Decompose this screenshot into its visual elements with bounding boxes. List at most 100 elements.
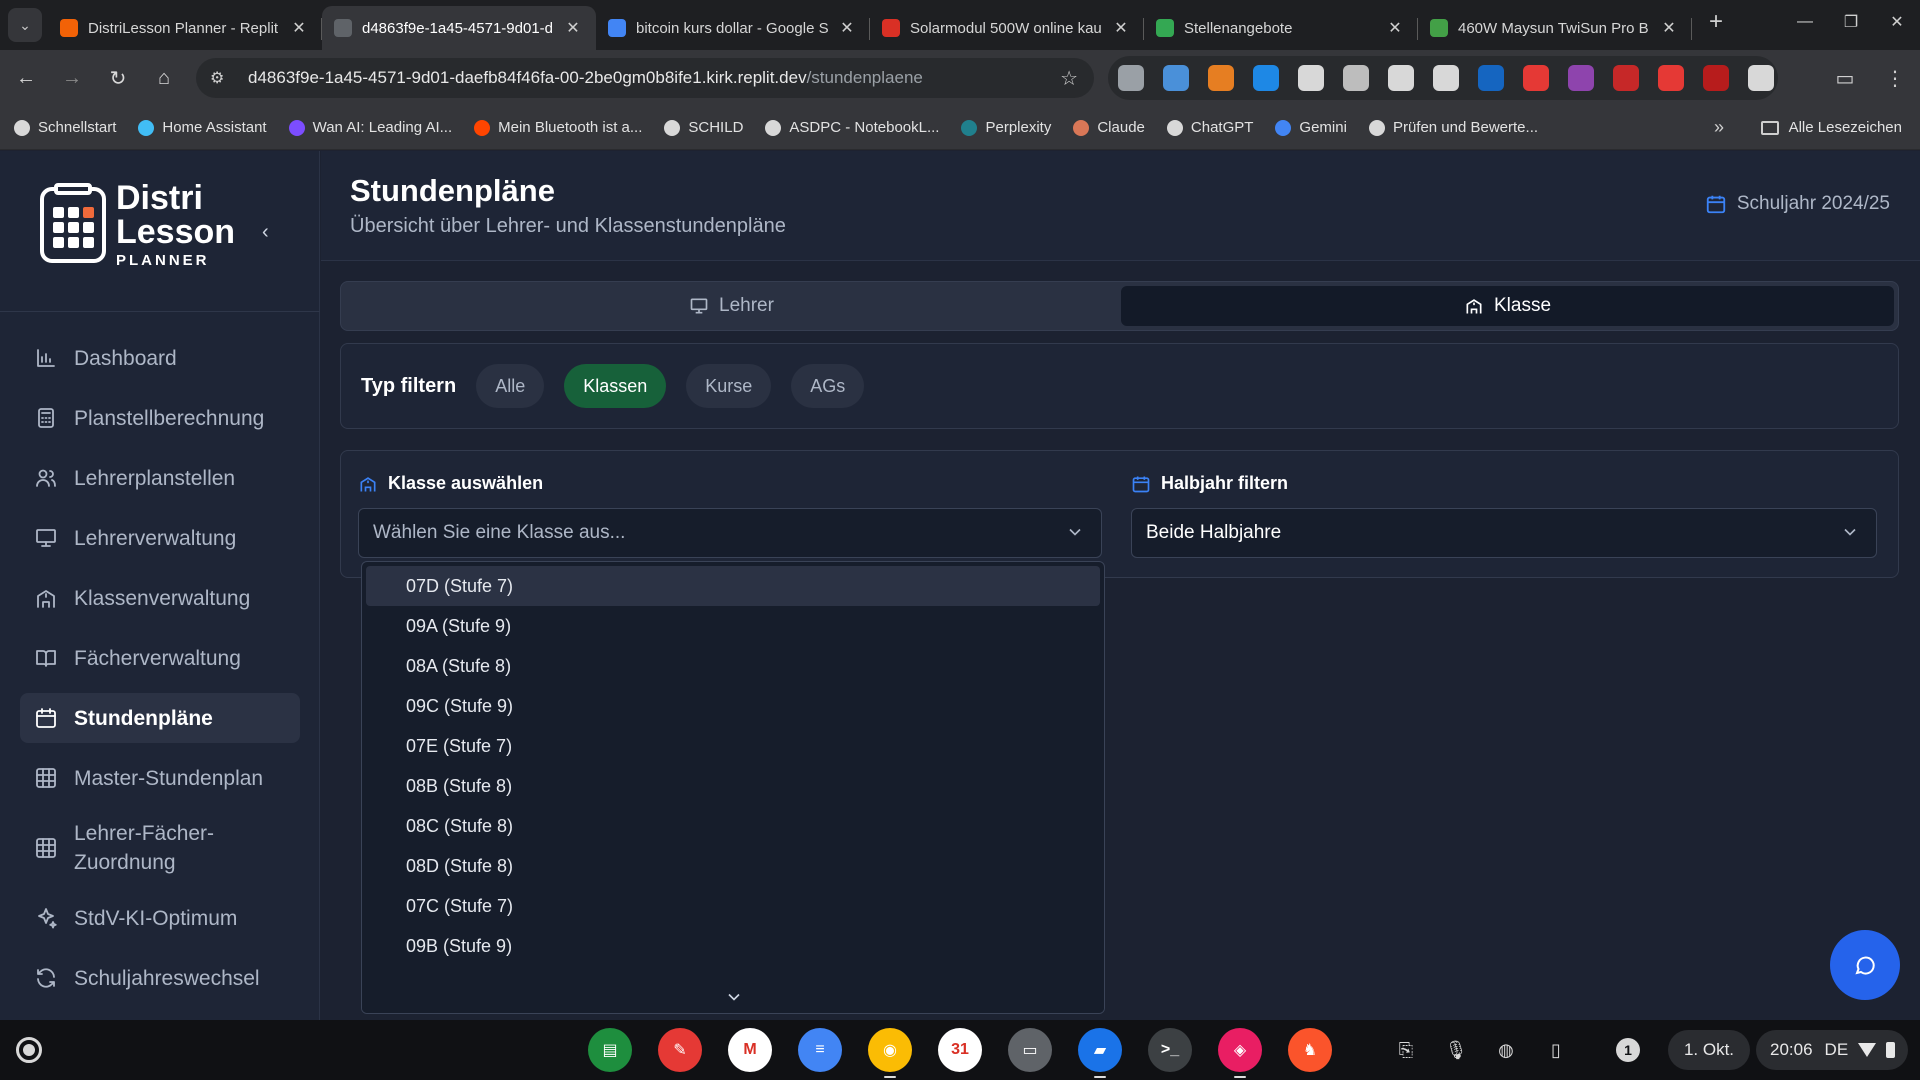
tab-lehrer[interactable]: Lehrer [345,286,1118,326]
browser-tab[interactable]: 460W Maysun TwiSun Pro B ✕ [1418,6,1692,50]
bookmark-item[interactable]: Wan AI: Leading AI... [288,119,452,136]
sidebar-item[interactable]: Lehrer-Fächer- Zuordnung [20,813,300,883]
files-app-icon[interactable]: ▰ [1078,1028,1122,1078]
class-option[interactable]: 09B (Stufe 9) [366,926,1100,966]
tab-close-icon[interactable]: ✕ [288,18,310,38]
new-tab-button[interactable]: + [1698,4,1734,40]
reload-button[interactable]: ↻ [98,58,138,98]
docs-app-icon[interactable]: ≡ [798,1028,842,1072]
tab-close-icon[interactable]: ✕ [836,18,858,38]
vpn-icon[interactable]: ◍ [1486,1030,1526,1070]
restore-icon[interactable]: ❐ [1828,0,1874,44]
class-option[interactable]: 07D (Stufe 7) [366,566,1100,606]
notification-count[interactable]: 1 [1616,1038,1640,1062]
microphone-icon[interactable]: 🎙 [1436,1030,1476,1070]
screen-capture-icon[interactable]: ⎘ [1386,1030,1426,1070]
class-option[interactable]: 08A (Stufe 8) [366,646,1100,686]
filter-chip[interactable]: AGs [791,364,865,408]
back-button[interactable]: ← [6,58,46,98]
bookmark-item[interactable]: ChatGPT [1166,119,1253,136]
sidebar-item[interactable]: Fächerverwaltung [20,633,300,683]
extension-icon[interactable] [1118,65,1144,91]
date-button[interactable]: 1. Okt. [1668,1030,1750,1070]
sidebar-item[interactable]: Dashboard [20,333,300,383]
extension-icon[interactable] [1163,65,1189,91]
bookmark-star-icon[interactable]: ☆ [1060,66,1078,91]
address-bar[interactable]: ⚙ d4863f9e-1a45-4571-9d01-daefb84f46fa-0… [196,58,1094,98]
calendar-app-icon[interactable]: 31 [938,1028,982,1072]
extension-icon[interactable] [1343,65,1369,91]
extension-icon[interactable] [1208,65,1234,91]
bookmarks-overflow-button[interactable]: » [1714,117,1724,138]
bookmark-item[interactable]: Prüfen und Bewerte... [1368,119,1538,136]
extension-icon[interactable] [1388,65,1414,91]
browser-tab[interactable]: Solarmodul 500W online kau ✕ [870,6,1144,50]
status-area[interactable]: 20:06 DE [1756,1030,1908,1070]
extension-icon[interactable] [1568,65,1594,91]
extension-icon[interactable] [1658,65,1684,91]
cast-icon[interactable]: ▭ [1820,66,1870,91]
tab-klasse[interactable]: Klasse [1121,286,1894,326]
extension-icon[interactable] [1748,65,1774,91]
sidebar-item[interactable]: Lehrerplanstellen [20,453,300,503]
browser-tab[interactable]: Stellenangebote ✕ [1144,6,1418,50]
sidebar-item[interactable]: StdV-KI-Optimum [20,893,300,943]
bookmark-item[interactable]: Mein Bluetooth ist a... [474,119,642,136]
filter-chip[interactable]: Alle [476,364,545,408]
chat-button[interactable] [1830,930,1900,1000]
chrome-app-icon[interactable]: ◉ [868,1028,912,1078]
extension-icon[interactable] [1253,65,1279,91]
sidebar-collapse-button[interactable]: ‹ [262,221,269,244]
app-pink-app-icon[interactable]: ◈ [1218,1028,1262,1078]
browser-tab[interactable]: bitcoin kurs dollar - Google S ✕ [596,6,870,50]
bookmark-item[interactable]: ASDPC - NotebookL... [765,119,939,136]
bookmark-item[interactable]: Home Assistant [138,119,267,136]
half-year-select[interactable]: Beide Halbjahre [1131,508,1877,558]
launcher-icon[interactable] [16,1037,42,1063]
browser-tab[interactable]: DistriLesson Planner - Replit ✕ [48,6,322,50]
extension-icon[interactable] [1523,65,1549,91]
sidebar-item[interactable]: Lehrerverwaltung [20,513,300,563]
bookmark-item[interactable]: SCHILD [664,119,743,136]
filter-chip[interactable]: Kurse [686,364,772,408]
class-option[interactable]: 08B (Stufe 8) [366,766,1100,806]
extension-icon[interactable] [1613,65,1639,91]
sidebar-item[interactable]: Stundenpläne [20,693,300,743]
extension-icon[interactable] [1433,65,1459,91]
tab-search-button[interactable]: ⌄ [8,8,42,42]
sidebar-item[interactable]: Schuljahreswechsel [20,953,300,1003]
filter-chip[interactable]: Klassen [564,364,667,408]
sidebar-item[interactable]: Klassenverwaltung [20,573,300,623]
bookmark-item[interactable]: Gemini [1275,119,1347,136]
class-option[interactable]: 07E (Stufe 7) [366,726,1100,766]
bookmark-item[interactable]: Perplexity [961,119,1051,136]
tab-close-icon[interactable]: ✕ [562,18,584,38]
print-app-icon[interactable]: ▭ [1008,1028,1052,1072]
address-url[interactable]: d4863f9e-1a45-4571-9d01-daefb84f46fa-00-… [248,68,923,88]
sidebar-item[interactable]: Master-Stundenplan [20,753,300,803]
class-option[interactable]: 07C (Stufe 7) [366,886,1100,926]
menu-kebab-icon[interactable]: ⋮ [1870,66,1920,91]
browser-tab[interactable]: d4863f9e-1a45-4571-9d01-d ✕ [322,6,596,50]
class-option[interactable]: 09C (Stufe 9) [366,686,1100,726]
canvas-app-icon[interactable]: ✎ [658,1028,702,1072]
extension-icon[interactable] [1298,65,1324,91]
all-bookmarks-button[interactable]: Alle Lesezeichen [1760,119,1902,136]
sidebar-item[interactable]: Planstellberechnung [20,393,300,443]
extension-icon[interactable] [1478,65,1504,91]
bookmark-item[interactable]: Schnellstart [14,119,116,136]
gmail-app-icon[interactable]: M [728,1028,772,1072]
forward-button[interactable]: → [52,58,92,98]
minimize-icon[interactable]: — [1782,0,1828,44]
class-option[interactable]: 09A (Stufe 9) [366,606,1100,646]
tab-close-icon[interactable]: ✕ [1384,18,1406,38]
terminal-app-icon[interactable]: >_ [1148,1028,1192,1072]
class-option[interactable]: 08C (Stufe 8) [366,806,1100,846]
scroll-down-chevron-icon[interactable] [724,987,744,1007]
class-option[interactable]: 08D (Stufe 8) [366,846,1100,886]
tab-close-icon[interactable]: ✕ [1658,18,1680,38]
bookmark-item[interactable]: Claude [1073,119,1145,136]
close-window-icon[interactable]: ✕ [1874,0,1920,44]
home-button[interactable]: ⌂ [144,58,184,98]
classroom-app-icon[interactable]: ▤ [588,1028,632,1072]
